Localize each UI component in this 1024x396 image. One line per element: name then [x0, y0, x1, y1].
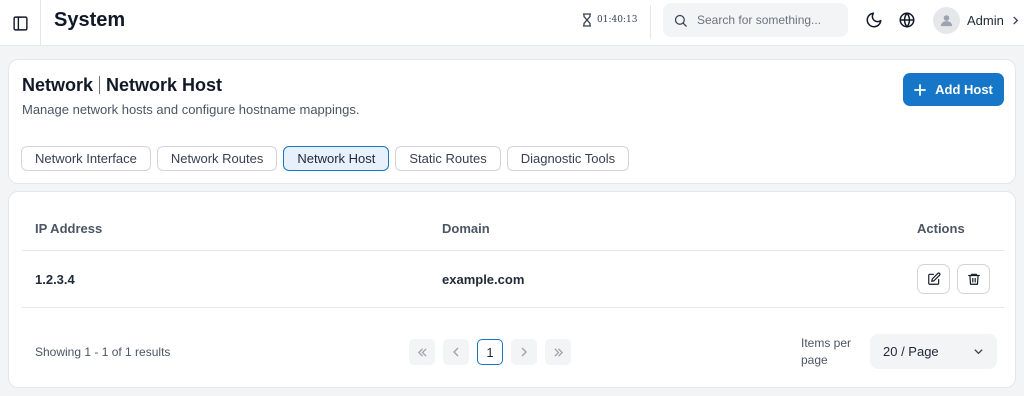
user-name: Admin — [967, 12, 1004, 28]
tab-label: Network Routes — [170, 151, 264, 166]
tab-label: Network Host — [297, 151, 376, 166]
page-size-select[interactable]: 20 / Page — [870, 334, 997, 369]
cell-ip: 1.2.3.4 — [35, 272, 75, 287]
last-page-button[interactable] — [545, 339, 571, 365]
user-menu[interactable]: Admin — [933, 6, 1020, 34]
tab-bar: Network Interface Network Routes Network… — [21, 146, 630, 171]
plus-icon — [914, 83, 927, 96]
sidebar-toggle-button[interactable] — [0, 0, 41, 46]
theme-toggle-button[interactable] — [864, 10, 884, 30]
trash-icon — [967, 273, 980, 285]
pagination: 1 — [409, 339, 571, 365]
tab-label: Network Interface — [35, 151, 137, 166]
column-header-actions: Actions — [917, 221, 965, 236]
user-icon — [940, 14, 953, 26]
header-divider — [22, 250, 1004, 251]
top-bar: System 01:40:13 Admin — [0, 0, 1024, 46]
breadcrumb-divider — [99, 76, 101, 94]
page-description: Manage network hosts and configure hostn… — [22, 102, 360, 117]
tab-label: Diagnostic Tools — [520, 151, 616, 166]
column-header-ip: IP Address — [35, 221, 103, 236]
page-size-value: 20 / Page — [883, 344, 939, 359]
tab-label: Static Routes — [409, 151, 487, 166]
topbar-divider — [650, 5, 651, 39]
items-per-page-label: Items per page — [801, 336, 852, 367]
tab-network-interface[interactable]: Network Interface — [21, 146, 151, 171]
next-page-button[interactable] — [511, 339, 537, 365]
moon-icon — [866, 12, 882, 28]
search-icon — [674, 14, 687, 27]
session-timer: 01:40:13 — [582, 12, 637, 28]
timer-text: 01:40:13 — [597, 15, 638, 25]
tab-network-routes[interactable]: Network Routes — [156, 146, 278, 171]
first-page-button[interactable] — [409, 339, 435, 365]
search-box[interactable] — [663, 3, 848, 37]
breadcrumb-section: Network — [22, 75, 94, 95]
results-summary: Showing 1 - 1 of 1 results — [35, 345, 171, 359]
double-chevron-right-icon — [553, 347, 563, 357]
hourglass-icon — [583, 13, 591, 27]
tab-diagnostic-tools[interactable]: Diagnostic Tools — [506, 146, 630, 171]
chevron-left-icon — [453, 347, 459, 357]
breadcrumb-current: Network Host — [106, 75, 223, 95]
chevron-right-icon — [1013, 15, 1019, 25]
row-divider — [22, 307, 1004, 308]
prev-page-button[interactable] — [443, 339, 469, 365]
page-header-card: Network Network Host Manage network host… — [8, 59, 1016, 184]
page-button-current[interactable]: 1 — [477, 339, 503, 365]
cell-domain: example.com — [442, 272, 525, 287]
delete-button[interactable] — [957, 264, 990, 294]
sidebar-panel-icon — [12, 15, 28, 31]
column-header-domain: Domain — [442, 221, 490, 236]
search-input[interactable] — [697, 13, 837, 27]
tab-static-routes[interactable]: Static Routes — [395, 146, 501, 171]
globe-icon — [899, 12, 915, 28]
chevron-right-icon — [521, 347, 527, 357]
tab-network-host[interactable]: Network Host — [283, 146, 390, 171]
edit-icon — [927, 272, 940, 285]
hosts-table-card: IP Address Domain Actions 1.2.3.4 exampl… — [8, 191, 1016, 388]
language-button[interactable] — [897, 10, 917, 30]
avatar — [933, 6, 960, 34]
add-host-label: Add Host — [935, 82, 993, 97]
add-host-button[interactable]: Add Host — [903, 73, 1004, 106]
edit-button[interactable] — [917, 264, 950, 294]
page-title: Network Network Host — [22, 74, 222, 96]
app-title: System — [54, 9, 126, 31]
chevron-down-icon — [974, 349, 983, 355]
double-chevron-left-icon — [417, 347, 427, 357]
